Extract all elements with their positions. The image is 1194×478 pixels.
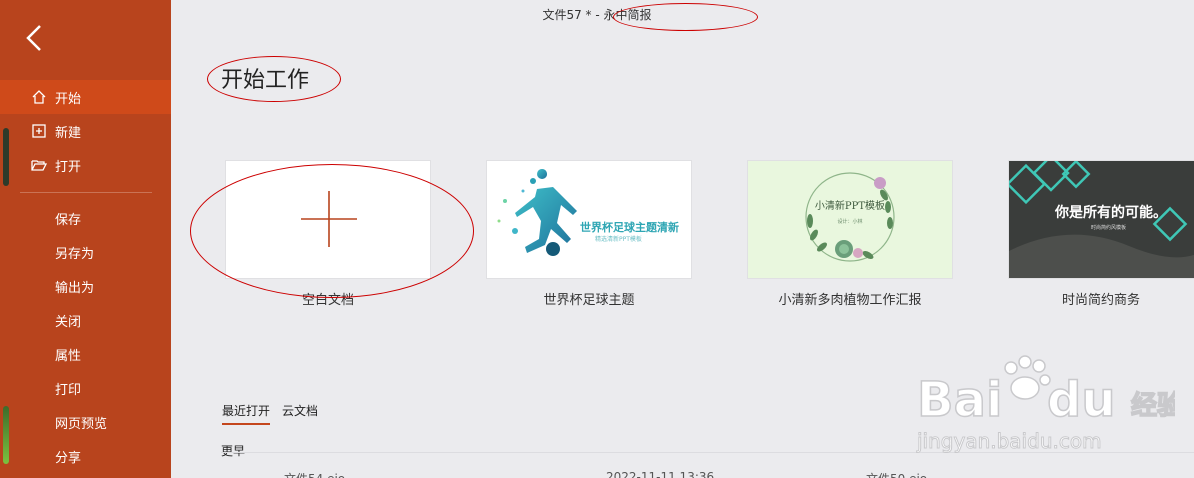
sidebar-item-label: 开始 <box>55 91 82 107</box>
template-name: 世界杯足球主题 <box>543 293 635 308</box>
sidebar-divider <box>20 192 152 193</box>
business-image: 你是所有的可能。 时尚简约风模板 <box>1009 161 1194 278</box>
sidebar-item-close[interactable]: 关闭 <box>0 303 171 337</box>
sidebar-item-web-preview[interactable]: 网页预览 <box>0 405 171 439</box>
sidebar-item-save-as[interactable]: 另存为 <box>0 235 171 269</box>
annotation-ellipse <box>190 164 474 298</box>
template-business[interactable]: 你是所有的可能。 时尚简约风模板 时尚简约商务 <box>1008 160 1194 308</box>
watermark-brand-cn: 经验 <box>1131 390 1175 421</box>
tab-recent[interactable]: 最近打开 <box>222 402 271 425</box>
sidebar: 开始 新建 打开 保存 另存为 输出为 关闭 属性 打印 网页预览 分享 <box>0 0 171 478</box>
sidebar-bottom-nav: 保存 另存为 输出为 关闭 属性 打印 网页预览 分享 <box>0 201 171 473</box>
thumb-title: 世界杯足球主题清新 <box>580 220 679 234</box>
edge-indicator <box>3 128 9 186</box>
template-thumbnail: 你是所有的可能。 时尚简约风模板 <box>1008 160 1194 279</box>
sidebar-item-print[interactable]: 打印 <box>0 371 171 405</box>
sidebar-item-label: 打开 <box>55 159 82 175</box>
watermark-brand: Bai <box>917 372 1002 428</box>
recent-file-date: 2022-11-11 13:36 <box>606 470 715 478</box>
tab-cloud-docs[interactable]: 云文档 <box>282 402 318 425</box>
baidu-watermark: Bai du 经验 jingyan.baidu.com <box>916 355 1175 454</box>
thumb-title: 你是所有的可能。 <box>1054 204 1167 221</box>
paw-icon <box>1004 355 1051 400</box>
folder-open-icon <box>30 156 48 174</box>
recent-file-name[interactable]: 文件54.eio <box>284 470 345 478</box>
template-football[interactable]: 世界杯足球主题清新 精选清新PPT模板 世界杯足球主题 <box>486 160 692 308</box>
thumb-title: 小清新PPT模板 <box>815 199 885 212</box>
home-icon <box>30 88 48 106</box>
thumb-subtitle: 时尚简约风模板 <box>1091 224 1126 231</box>
template-name: 时尚简约商务 <box>1061 293 1140 308</box>
sidebar-item-open[interactable]: 打开 <box>0 148 171 182</box>
template-thumbnail: 世界杯足球主题清新 精选清新PPT模板 <box>486 160 692 279</box>
template-name: 小清新多肉植物工作汇报 <box>778 293 922 308</box>
back-button[interactable] <box>22 22 48 54</box>
thumb-subtitle: 设计：小林 <box>837 218 862 225</box>
sidebar-item-save[interactable]: 保存 <box>0 201 171 235</box>
window-title: 文件57 * - 永中简报 <box>542 8 652 22</box>
annotation-ellipse <box>613 3 758 31</box>
sidebar-item-new[interactable]: 新建 <box>0 114 171 148</box>
watermark-url: jingyan.baidu.com <box>916 429 1102 453</box>
thumb-subtitle: 精选清新PPT模板 <box>595 235 642 243</box>
section-label: 更早 <box>221 444 246 458</box>
football-player-image: 世界杯足球主题清新 精选清新PPT模板 <box>497 169 679 256</box>
sidebar-item-export[interactable]: 输出为 <box>0 269 171 303</box>
edge-indicator <box>3 406 9 464</box>
sidebar-item-label: 新建 <box>55 125 82 141</box>
plus-square-icon <box>30 122 48 140</box>
annotation-ellipse <box>207 56 341 102</box>
template-thumbnail: 小清新PPT模板 设计：小林 <box>747 160 953 279</box>
template-succulent[interactable]: 小清新PPT模板 设计：小林 小清新多肉植物工作汇报 <box>747 160 953 308</box>
watermark-brand2: du <box>1047 372 1116 428</box>
sidebar-top-nav: 开始 新建 打开 <box>0 80 171 182</box>
divider <box>221 452 1194 453</box>
sidebar-item-properties[interactable]: 属性 <box>0 337 171 371</box>
sidebar-item-share[interactable]: 分享 <box>0 439 171 473</box>
sidebar-item-start[interactable]: 开始 <box>0 80 171 114</box>
chevron-left-icon <box>26 25 41 51</box>
recent-tabs: 最近打开 云文档 <box>222 402 318 425</box>
recent-file-name[interactable]: 文件50.eio <box>866 470 927 478</box>
succulent-wreath-image: 小清新PPT模板 设计：小林 <box>748 161 952 278</box>
